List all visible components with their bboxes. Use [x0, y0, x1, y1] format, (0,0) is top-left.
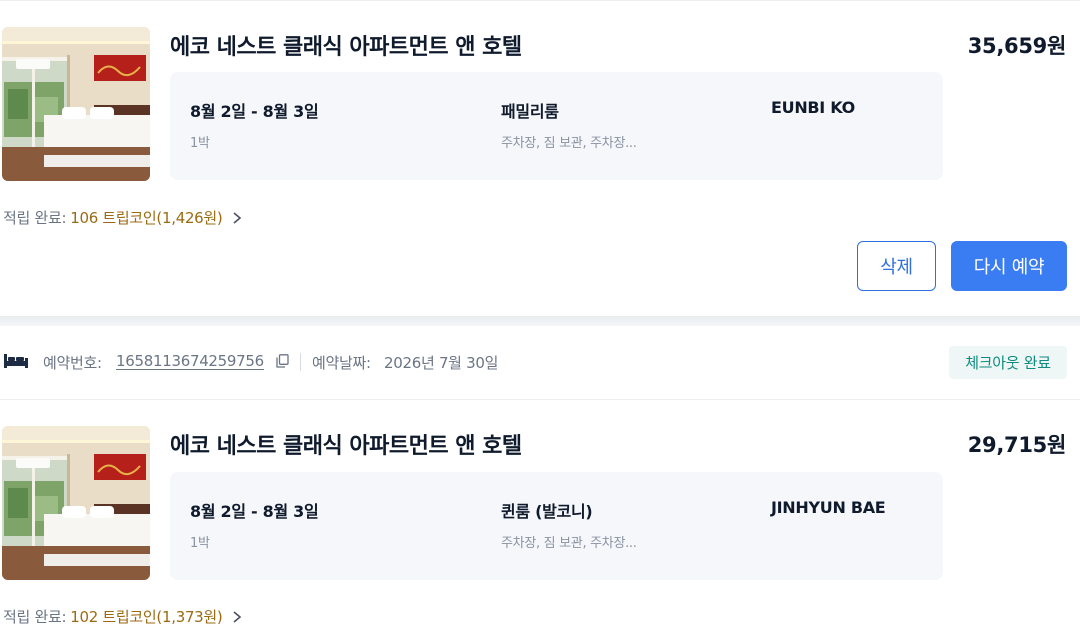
hotel-name[interactable]: 에코 네스트 클래식 아파트먼트 앤 호텔 — [170, 29, 522, 61]
nights-count: 1박 — [190, 536, 210, 551]
separator — [300, 353, 301, 371]
price: 29,715원 — [967, 433, 1067, 457]
booking-date-label: 예약날짜: — [312, 354, 371, 372]
booking-details: 8월 2일 - 8월 3일 1박 퀸룸 (발코니) 주차장, 짐 보관, 주차장… — [170, 472, 943, 580]
booking-details: 8월 2일 - 8월 3일 1박 패밀리룸 주차장, 짐 보관, 주차장... … — [170, 72, 943, 180]
coin-label: 적립 완료: — [3, 209, 67, 227]
price: 35,659원 — [967, 34, 1067, 58]
trip-coin-earned[interactable]: 적립 완료: 102 트립코인(1,373원) — [3, 606, 244, 627]
room-type: 퀸룸 (발코니) — [501, 502, 593, 521]
divider — [0, 399, 1080, 400]
hotel-thumbnail[interactable] — [2, 426, 150, 580]
hotel-name[interactable]: 에코 네스트 클래식 아파트먼트 앤 호텔 — [170, 428, 522, 460]
bed-icon — [4, 354, 28, 368]
booking-date: 2026년 7월 30일 — [384, 354, 499, 372]
amenities: 주차장, 짐 보관, 주차장... — [501, 136, 637, 151]
guest-name: JINHYUN BAE — [771, 498, 886, 517]
coin-value: 102 트립코인(1,373원) — [70, 608, 223, 626]
stay-dates: 8월 2일 - 8월 3일 — [190, 502, 319, 521]
copy-icon[interactable] — [276, 354, 289, 368]
chevron-right-icon — [233, 211, 242, 224]
top-divider — [0, 0, 1080, 1]
hotel-thumbnail[interactable] — [2, 27, 150, 181]
coin-value: 106 트립코인(1,426원) — [70, 209, 223, 227]
rebook-button[interactable]: 다시 예약 — [951, 241, 1067, 291]
section-separator — [0, 316, 1080, 326]
stay-dates: 8월 2일 - 8월 3일 — [190, 102, 319, 121]
guest-name: EUNBI KO — [771, 98, 855, 117]
status-badge: 체크아웃 완료 — [949, 346, 1067, 379]
room-type: 패밀리룸 — [501, 102, 559, 121]
delete-button[interactable]: 삭제 — [857, 241, 936, 291]
coin-label: 적립 완료: — [3, 608, 67, 626]
hotel-room-photo — [2, 426, 150, 580]
chevron-right-icon — [233, 610, 242, 623]
trip-coin-earned[interactable]: 적립 완료: 106 트립코인(1,426원) — [3, 207, 244, 228]
booking-header: 예약번호: 1658113674259756 예약날짜: 2026년 7월 30… — [0, 340, 1080, 386]
nights-count: 1박 — [190, 136, 210, 151]
booking-number[interactable]: 1658113674259756 — [116, 352, 264, 370]
booking-number-label: 예약번호: — [43, 354, 102, 372]
amenities: 주차장, 짐 보관, 주차장... — [501, 536, 637, 551]
hotel-room-photo — [2, 27, 150, 181]
